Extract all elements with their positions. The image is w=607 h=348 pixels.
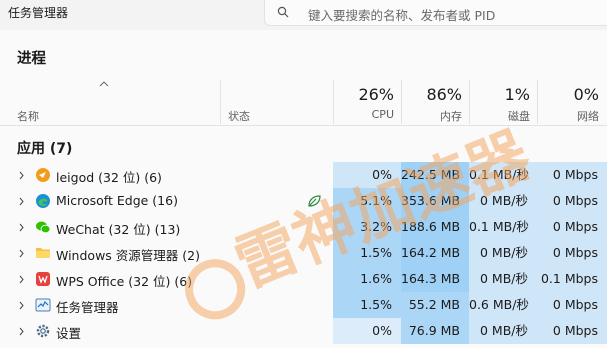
network-cell: 0 Mbps <box>537 162 607 188</box>
network-cell: 0 Mbps <box>537 318 607 344</box>
cpu-cell: 1.5% <box>333 240 401 266</box>
search-box[interactable]: 键入要搜索的名称、发布者或 PID <box>264 0 607 26</box>
cpu-cell: 1.6% <box>333 266 401 292</box>
chevron-right-icon[interactable] <box>19 249 24 258</box>
sort-up-icon[interactable] <box>99 81 109 87</box>
process-name: 任务管理器 <box>56 300 119 315</box>
network-cell: 0 Mbps <box>537 188 607 214</box>
process-name: WeChat (32 位) (13) <box>56 222 181 237</box>
process-row[interactable]: Microsoft Edge (16) 5.1% 353.6 MB 0 MB/秒… <box>0 188 607 214</box>
process-row[interactable]: leigod (32 位) (6) 0% 242.5 MB 0.1 MB/秒 0… <box>0 162 607 188</box>
header-divider <box>0 125 607 126</box>
cpu-cell: 5.1% <box>333 188 401 214</box>
memory-cell: 164.2 MB <box>401 240 469 266</box>
network-cell: 0.1 Mbps <box>537 266 607 292</box>
process-name: Windows 资源管理器 (2) <box>56 248 200 263</box>
cpu-total-percent: 26% <box>358 85 394 104</box>
processes-panel: 进程 名称 状态 26% CPU 86% 内存 1% 磁盘 0% 网络 应用 (… <box>0 30 607 348</box>
process-name: Microsoft Edge (16) <box>56 193 178 208</box>
process-row[interactable]: Windows 资源管理器 (2) 1.5% 164.2 MB 0 MB/秒 0… <box>0 240 607 266</box>
memory-total-percent: 86% <box>426 85 462 104</box>
network-cell: 0 Mbps <box>537 240 607 266</box>
disk-cell: 0 MB/秒 <box>469 188 537 214</box>
network-total-percent: 0% <box>573 85 599 104</box>
task-manager-icon <box>35 298 51 312</box>
memory-cell: 76.9 MB <box>401 318 469 344</box>
process-row[interactable]: WPS Office (32 位) (6) 1.6% 164.3 MB 0 MB… <box>0 266 607 292</box>
leigod-icon <box>36 168 50 182</box>
app-title: 任务管理器 <box>8 6 69 20</box>
disk-cell: 0.6 MB/秒 <box>469 292 537 318</box>
disk-cell: 0 MB/秒 <box>469 266 537 292</box>
title-bar: 任务管理器 键入要搜索的名称、发布者或 PID <box>0 0 607 30</box>
process-row[interactable]: 设置 0% 76.9 MB 0 MB/秒 0 Mbps <box>0 318 607 344</box>
disk-label: 磁盘 <box>508 110 530 123</box>
memory-label: 内存 <box>440 110 462 123</box>
network-cell: 0 Mbps <box>537 214 607 240</box>
chevron-right-icon[interactable] <box>19 223 24 232</box>
process-name: WPS Office (32 位) (6) <box>56 274 193 289</box>
process-name: 设置 <box>56 326 82 341</box>
page-title: 进程 <box>17 51 46 67</box>
process-name: leigod (32 位) (6) <box>56 170 162 185</box>
process-row[interactable]: WeChat (32 位) (13) 3.2% 188.6 MB 0.1 MB/… <box>0 214 607 240</box>
network-cell: 0 Mbps <box>537 292 607 318</box>
disk-cell: 0 MB/秒 <box>469 318 537 344</box>
disk-cell: 0 MB/秒 <box>469 240 537 266</box>
chevron-right-icon[interactable] <box>19 327 24 336</box>
wps-icon <box>36 272 50 286</box>
group-title-apps: 应用 (7) <box>17 141 73 157</box>
cpu-cell: 1.5% <box>333 292 401 318</box>
settings-gear-icon <box>36 324 50 338</box>
memory-cell: 242.5 MB <box>401 162 469 188</box>
memory-cell: 188.6 MB <box>401 214 469 240</box>
folder-icon <box>36 248 50 258</box>
memory-cell: 353.6 MB <box>401 188 469 214</box>
disk-cell: 0.1 MB/秒 <box>469 162 537 188</box>
efficiency-leaf-icon <box>308 195 321 207</box>
edge-icon <box>36 194 50 208</box>
process-row[interactable]: 任务管理器 1.5% 55.2 MB 0.6 MB/秒 0 Mbps <box>0 292 607 318</box>
chevron-right-icon[interactable] <box>19 197 24 206</box>
column-divider <box>220 80 221 124</box>
wechat-icon <box>36 221 51 234</box>
memory-cell: 55.2 MB <box>401 292 469 318</box>
search-icon <box>277 6 289 18</box>
network-label: 网络 <box>577 110 599 123</box>
disk-total-percent: 1% <box>504 85 530 104</box>
search-input[interactable]: 键入要搜索的名称、发布者或 PID <box>308 5 495 24</box>
column-header-name[interactable]: 名称 <box>17 108 39 124</box>
cpu-label: CPU <box>371 108 394 121</box>
chevron-right-icon[interactable] <box>19 301 24 310</box>
cpu-cell: 0% <box>333 162 401 188</box>
cpu-cell: 0% <box>333 318 401 344</box>
chevron-right-icon[interactable] <box>19 171 24 180</box>
memory-cell: 164.3 MB <box>401 266 469 292</box>
disk-cell: 0.1 MB/秒 <box>469 214 537 240</box>
chevron-right-icon[interactable] <box>19 275 24 284</box>
cpu-cell: 3.2% <box>333 214 401 240</box>
column-header-status[interactable]: 状态 <box>228 108 250 124</box>
